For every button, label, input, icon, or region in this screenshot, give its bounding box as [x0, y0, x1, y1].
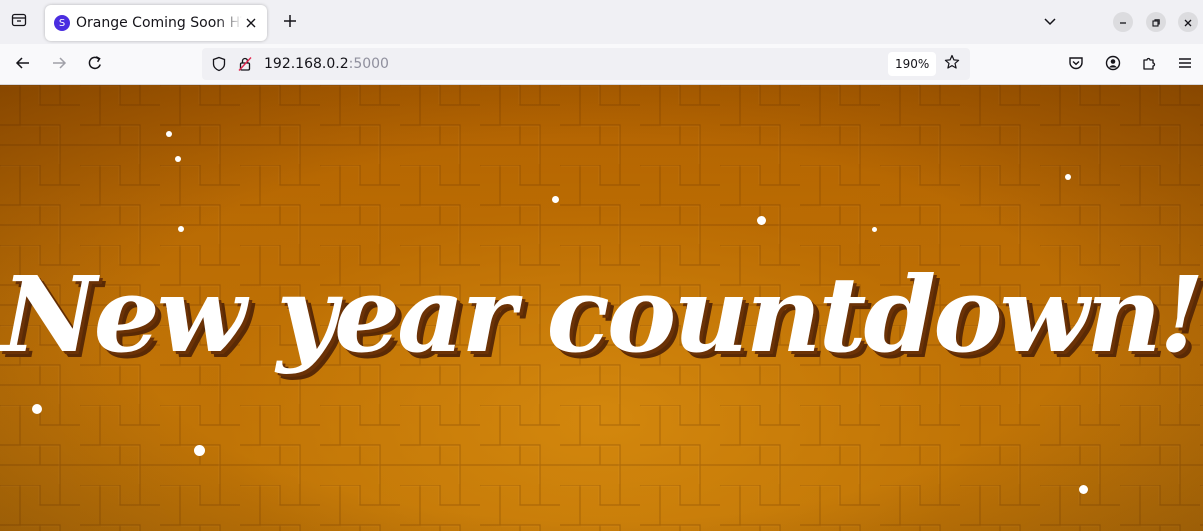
snowflake — [1079, 485, 1088, 494]
snowflake — [166, 131, 172, 137]
back-button[interactable] — [10, 52, 36, 78]
arrow-left-icon — [15, 55, 31, 75]
snowflake — [872, 227, 877, 232]
url-text[interactable]: 192.168.0.2:5000 — [264, 55, 389, 73]
bookmark-button[interactable] — [942, 54, 962, 74]
url-port: :5000 — [348, 56, 389, 72]
pocket-button[interactable] — [1063, 52, 1089, 78]
snowflake — [757, 216, 766, 225]
star-icon — [944, 54, 960, 74]
app-menu-button[interactable] — [1172, 52, 1198, 78]
lock-slash-icon[interactable] — [236, 55, 254, 73]
hamburger-icon — [1177, 55, 1193, 75]
page-viewport: New year countdown! — [0, 85, 1203, 531]
minimize-button[interactable] — [1113, 12, 1133, 32]
restore-button[interactable] — [1146, 12, 1166, 32]
snowflake — [175, 156, 181, 162]
arrow-right-icon — [51, 55, 67, 75]
site-favicon-icon: S — [54, 15, 70, 31]
plus-icon — [283, 13, 297, 32]
snowflake — [552, 196, 559, 203]
url-bar[interactable]: 192.168.0.2:5000 190% — [202, 48, 970, 80]
account-button[interactable] — [1100, 52, 1126, 78]
snowflake — [194, 445, 205, 456]
close-icon — [1183, 13, 1193, 32]
list-all-tabs-button[interactable] — [1038, 10, 1062, 34]
tab-list-icon — [11, 12, 27, 32]
puzzle-icon — [1141, 55, 1157, 75]
tab-close-button[interactable] — [241, 13, 261, 33]
tab-strip: S Orange Coming Soon HTML Template — [0, 0, 1203, 44]
reload-icon — [87, 55, 103, 75]
new-tab-button[interactable] — [278, 10, 302, 34]
snowflake — [32, 404, 42, 414]
window-close-button[interactable] — [1178, 12, 1198, 32]
extensions-button[interactable] — [1136, 52, 1162, 78]
pocket-icon — [1068, 55, 1084, 75]
shield-icon[interactable] — [210, 55, 228, 73]
forward-button[interactable] — [46, 52, 72, 78]
restore-icon — [1151, 13, 1161, 32]
snowflake — [1065, 174, 1071, 180]
tab-title: Orange Coming Soon HTML Template — [76, 15, 242, 31]
minimize-icon — [1118, 13, 1128, 32]
chevron-down-icon — [1043, 13, 1057, 32]
reload-button[interactable] — [82, 52, 108, 78]
zoom-reset-button[interactable]: 190% — [888, 52, 937, 76]
page-headline: New year countdown! — [1, 253, 1203, 376]
account-icon — [1105, 55, 1121, 75]
close-icon — [245, 14, 257, 33]
navigation-toolbar: 192.168.0.2:5000 190% — [0, 44, 1203, 85]
tab-list-button[interactable] — [6, 9, 32, 35]
url-host: 192.168.0.2 — [264, 56, 349, 72]
active-tab[interactable]: S Orange Coming Soon HTML Template — [45, 5, 267, 41]
snowflake — [178, 226, 184, 232]
